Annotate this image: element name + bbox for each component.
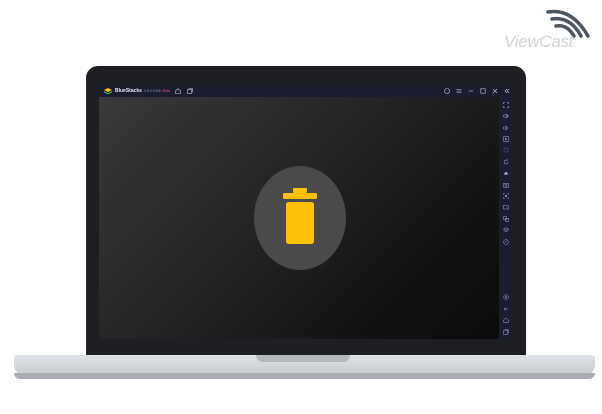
settings-icon[interactable]: [502, 294, 509, 301]
media-icon[interactable]: [502, 136, 509, 143]
app-version: 5.8.0.1008: [143, 89, 161, 93]
viewcast-logo: ViewCast: [500, 6, 596, 51]
folder-icon[interactable]: [502, 204, 509, 211]
volume-up-icon[interactable]: [502, 113, 509, 120]
fullscreen-icon[interactable]: [502, 101, 509, 108]
trash-circle: [254, 166, 346, 270]
bluestacks-logo-icon: [104, 87, 112, 94]
menu-icon[interactable]: [455, 88, 462, 95]
lock-cursor-icon[interactable]: [502, 147, 509, 154]
recent-apps-icon[interactable]: [502, 328, 509, 335]
bluestacks-sidebar: [499, 97, 512, 339]
trash-icon: [283, 188, 317, 244]
eco-icon[interactable]: [502, 238, 509, 245]
close-icon[interactable]: [491, 88, 498, 95]
help-icon[interactable]: [443, 88, 450, 95]
laptop-notch: [256, 355, 350, 362]
back-icon[interactable]: [502, 305, 509, 312]
volume-down-icon[interactable]: [502, 124, 509, 131]
rotate-icon[interactable]: [502, 158, 509, 165]
minimize-icon[interactable]: [467, 88, 474, 95]
layers-icon[interactable]: [502, 227, 509, 234]
copy-icon[interactable]: [502, 215, 509, 222]
collapse-sidebar-icon[interactable]: [503, 88, 510, 95]
multi-instance-icon[interactable]: [187, 88, 194, 95]
restore-icon[interactable]: [479, 88, 486, 95]
laptop-base-edge: [14, 373, 595, 379]
bluestacks-titlebar: BlueStacks 5.8.0.1008 Beta: [99, 85, 512, 97]
android-home-icon[interactable]: [502, 317, 509, 324]
screenshot-icon[interactable]: [502, 181, 509, 188]
app-title: BlueStacks: [115, 88, 142, 94]
shake-icon[interactable]: [502, 170, 509, 177]
screen-record-icon[interactable]: [502, 193, 509, 200]
home-icon[interactable]: [175, 88, 182, 95]
viewcast-logo-text: ViewCast: [504, 32, 574, 51]
beta-badge: Beta: [162, 89, 170, 93]
